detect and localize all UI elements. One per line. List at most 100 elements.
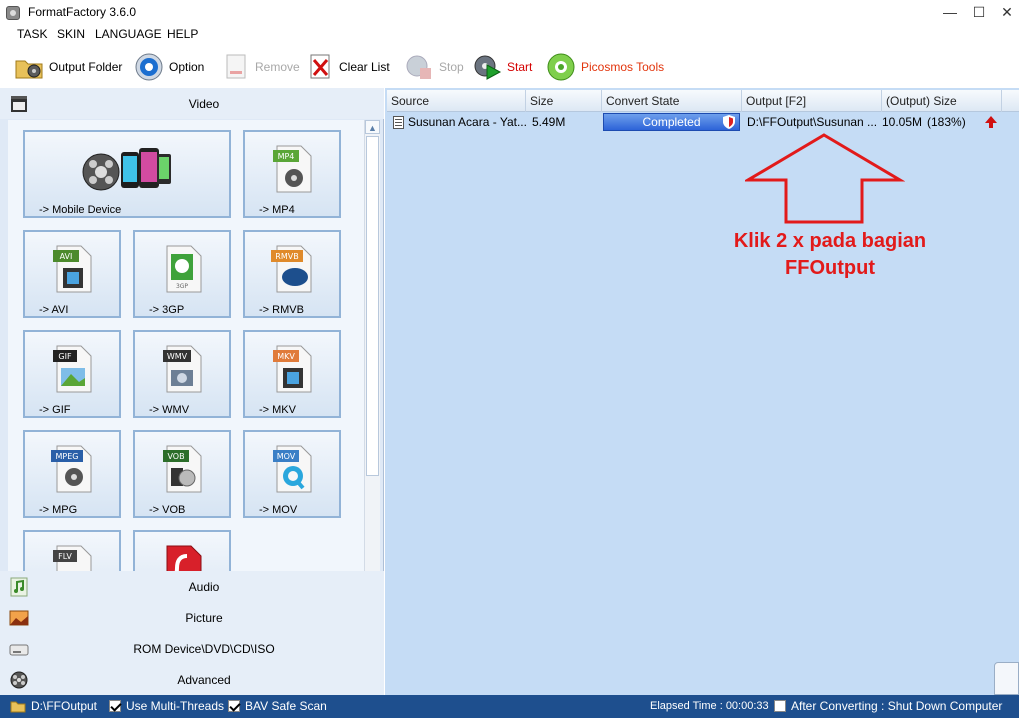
tile-vob[interactable]: VOB -> VOB (133, 430, 231, 518)
task-size: 5.49M (532, 115, 566, 129)
task-output-size: 10.05M (882, 115, 923, 129)
column-size[interactable]: Size (526, 90, 602, 112)
mov-badge: MOV (277, 452, 296, 461)
menu-help[interactable]: HELP (167, 27, 198, 41)
menu-skin[interactable]: SKIN (57, 27, 85, 41)
annotation-line-2: FFOutput (785, 257, 875, 279)
picosmos-tools-button[interactable]: Picosmos Tools (546, 50, 664, 84)
rmvb-file-icon: RMVB (271, 245, 312, 293)
category-picture[interactable]: Picture (0, 602, 384, 633)
task-output-path[interactable]: D:\FFOutput\Susunan ... (747, 112, 881, 132)
avi-file-icon: AVI (53, 245, 92, 293)
gear-icon (135, 53, 163, 81)
stop-button[interactable]: Stop (404, 50, 464, 84)
task-list: Source Size Convert State Output [F2] (O… (385, 88, 1019, 695)
tile-mpg[interactable]: MPEG -> MPG (23, 430, 121, 518)
option-button[interactable]: Option (134, 50, 204, 84)
title-bar: FormatFactory 3.6.0 — ☐ ✕ (0, 0, 1019, 26)
elapsed-time: Elapsed Time : 00:00:33 (650, 700, 769, 712)
tile-wmv-label: -> WMV (149, 404, 190, 416)
task-convert-state: Completed (603, 113, 740, 131)
category-audio-label: Audio (188, 580, 220, 594)
menu-task[interactable]: TASK (17, 27, 47, 41)
file-icon (393, 116, 404, 129)
tile-mobile-device[interactable]: -> Mobile Device (23, 130, 231, 218)
tile-mp4[interactable]: MP4 -> MP4 (243, 130, 341, 218)
minimize-button[interactable]: — (936, 2, 964, 22)
vob-badge: VOB (167, 452, 184, 461)
tray-widget-icon[interactable] (994, 662, 1019, 695)
format-panel: Video -> Mobile Device MP4 -> MP4 AVI ->… (0, 88, 384, 695)
tile-mov[interactable]: MOV -> MOV (243, 430, 341, 518)
annotation-arrow-icon (745, 133, 905, 224)
tile-avi-label: -> AVI (39, 304, 69, 316)
clear-list-label: Clear List (339, 60, 390, 74)
task-list-header: Source Size Convert State Output [F2] (O… (387, 90, 1019, 112)
mp4-badge: MP4 (278, 152, 295, 161)
tile-3gp-label: -> 3GP (149, 304, 185, 316)
task-output-ratio: (183%) (927, 115, 966, 129)
gif-file-icon: GIF (53, 345, 92, 393)
column-source[interactable]: Source (387, 90, 526, 112)
category-audio[interactable]: Audio (0, 571, 384, 602)
picosmos-label: Picosmos Tools (581, 60, 665, 74)
tile-vob-label: -> VOB (149, 504, 186, 516)
category-advanced[interactable]: Advanced (0, 664, 384, 695)
task-row[interactable]: Susunan Acara - Yat... 5.49M Completed D… (387, 112, 1019, 132)
formats-scrollbar[interactable]: ▲ ▼ (364, 120, 380, 602)
tile-mov-label: -> MOV (259, 504, 298, 516)
maximize-button[interactable]: ☐ (965, 2, 993, 22)
remove-button[interactable]: Remove (224, 50, 300, 84)
task-source: Susunan Acara - Yat... (408, 115, 526, 129)
tile-rmvb-label: -> RMVB (259, 304, 304, 316)
stop-label: Stop (439, 60, 464, 74)
3gp-file-icon: 3GP (166, 245, 202, 293)
output-folder-button[interactable]: Output Folder (14, 50, 122, 84)
start-label: Start (507, 60, 533, 74)
mobile-device-icon (82, 148, 171, 191)
scroll-up-arrow[interactable]: ▲ (365, 120, 380, 134)
task-state-label: Completed (642, 115, 701, 129)
column-convert-state[interactable]: Convert State (602, 90, 742, 112)
remove-label: Remove (255, 60, 300, 74)
mpeg-badge: MPEG (56, 452, 79, 461)
tile-gif[interactable]: GIF -> GIF (23, 330, 121, 418)
bav-scan-checkbox[interactable] (228, 700, 240, 712)
toolbar: Output Folder Option Remove Clear List S… (0, 46, 1019, 88)
clear-list-button[interactable]: Clear List (308, 50, 390, 84)
tile-rmvb[interactable]: RMVB -> RMVB (243, 230, 341, 318)
category-rom-device[interactable]: ROM Device\DVD\CD\ISO (0, 633, 384, 664)
tile-wmv[interactable]: WMV -> WMV (133, 330, 231, 418)
column-output[interactable]: Output [F2] (742, 90, 882, 112)
column-output-size[interactable]: (Output) Size (882, 90, 1002, 112)
scroll-thumb[interactable] (366, 136, 379, 476)
tile-avi[interactable]: AVI -> AVI (23, 230, 121, 318)
category-rom-label: ROM Device\DVD\CD\ISO (133, 642, 275, 656)
wmv-file-icon: WMV (163, 345, 202, 393)
multi-threads-checkbox[interactable] (109, 700, 121, 712)
mkv-badge: MKV (277, 352, 295, 361)
tile-3gp[interactable]: 3GP -> 3GP (133, 230, 231, 318)
close-button[interactable]: ✕ (993, 2, 1019, 22)
wmv-badge: WMV (167, 352, 188, 361)
status-output-path[interactable]: D:\FFOutput (31, 699, 97, 713)
flv-badge: FLV (58, 552, 72, 561)
stop-icon (406, 55, 431, 79)
category-video[interactable]: Video (0, 88, 384, 119)
option-label: Option (169, 60, 205, 74)
start-button[interactable]: Start (472, 50, 532, 84)
mkv-file-icon: MKV (273, 345, 312, 393)
tile-mkv-label: -> MKV (259, 404, 296, 416)
category-picture-label: Picture (185, 611, 223, 625)
menu-language[interactable]: LANGUAGE (95, 27, 162, 41)
menu-bar: TASK SKIN LANGUAGE HELP (0, 26, 1019, 44)
video-formats-grid: -> Mobile Device MP4 -> MP4 AVI -> AVI 3… (8, 120, 380, 602)
shield-icon (723, 115, 735, 129)
after-converting-checkbox[interactable] (774, 700, 786, 712)
tile-mpg-label: -> MPG (39, 504, 78, 516)
rmvb-badge: RMVB (275, 252, 298, 261)
tile-mkv[interactable]: MKV -> MKV (243, 330, 341, 418)
upload-arrow-icon[interactable] (984, 115, 998, 129)
clear-list-icon (310, 54, 330, 79)
category-advanced-label: Advanced (177, 673, 231, 687)
